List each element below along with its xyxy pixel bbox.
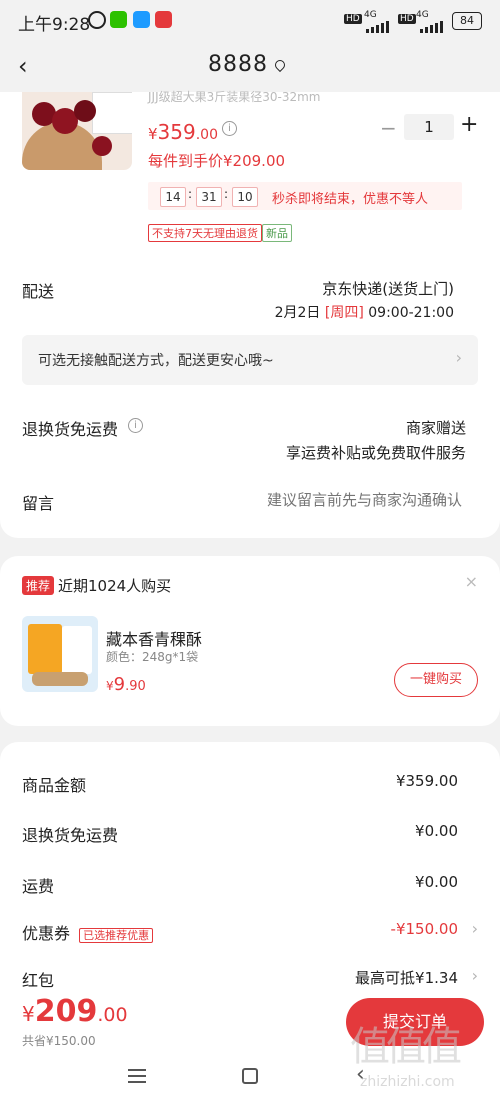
summary-row: 商品金额 ¥359.00 bbox=[22, 772, 458, 796]
contactless-notice[interactable]: 可选无接触配送方式，配送更安心哦~ › bbox=[22, 335, 478, 385]
timer-seconds: 10 bbox=[232, 187, 258, 207]
return-fee-value-2: 享运费补贴或免费取件服务 bbox=[285, 444, 466, 462]
recommend-item-price: ¥9.90 bbox=[106, 674, 146, 695]
saved-amount: 共省¥150.00 bbox=[22, 1034, 96, 1048]
coupon-label: 优惠券 bbox=[22, 924, 71, 943]
delivery-time[interactable]: 2月2日 [周四] 09:00-21:00 bbox=[275, 302, 454, 322]
alarm-icon bbox=[88, 11, 106, 29]
coupon-tag: 已选推荐优惠 bbox=[79, 928, 154, 943]
summary-row-label: 退换货免运费 bbox=[22, 826, 119, 845]
close-icon[interactable]: × bbox=[465, 572, 478, 591]
hd-badge: HD bbox=[344, 14, 362, 24]
order-card: JJJ级超大果3斤装果径30-32mm ¥359.00 i − 1 + 每件到手… bbox=[0, 90, 500, 538]
recommend-item-image[interactable] bbox=[22, 616, 98, 692]
total-main: 209 bbox=[34, 994, 98, 1029]
battery-icon: 84 bbox=[452, 12, 482, 30]
return-fee-value-1: 商家赠送 bbox=[405, 419, 466, 437]
delivery-method[interactable]: 京东快递(送货上门) bbox=[322, 278, 454, 299]
wechat-icon bbox=[110, 11, 127, 28]
summary-row: 运费 ¥0.00 bbox=[22, 873, 458, 897]
coupon-row[interactable]: 优惠券 已选推荐优惠 -¥150.00 › bbox=[22, 919, 478, 944]
status-bar: 上午9:28 HD 4G HD 4G 84 bbox=[0, 0, 500, 40]
page-title: 8888 bbox=[208, 52, 268, 77]
summary-row-value: ¥0.00 bbox=[415, 873, 458, 891]
total-price: ¥209.00 bbox=[22, 994, 128, 1029]
recommend-item-spec: 颜色：248g*1袋 bbox=[106, 650, 199, 664]
price-main: 359 bbox=[157, 120, 196, 144]
qty-plus-button[interactable]: + bbox=[460, 112, 478, 137]
home-icon[interactable] bbox=[242, 1068, 258, 1084]
summary-row-label: 运费 bbox=[22, 877, 55, 896]
menu-icon[interactable] bbox=[128, 1068, 146, 1088]
back-icon[interactable]: ‹ bbox=[18, 52, 28, 80]
redpack-value: 最高可抵¥1.34 bbox=[355, 969, 458, 987]
contactless-text: 可选无接触配送方式，配送更安心哦~ bbox=[38, 353, 274, 369]
chevron-right-icon: › bbox=[455, 348, 462, 367]
message-label: 留言 bbox=[22, 494, 55, 513]
product-price: ¥359.00 bbox=[148, 120, 218, 144]
redpack-row[interactable]: 红包 最高可抵¥1.34 › bbox=[22, 966, 478, 991]
qty-minus-button[interactable]: − bbox=[380, 116, 397, 140]
flash-note: 秒杀即将结束，优惠不等人 bbox=[272, 192, 429, 207]
timer-minutes: 31 bbox=[196, 187, 222, 207]
no-return-tag: 不支持7天无理由退货 bbox=[148, 224, 262, 242]
jd-icon bbox=[155, 11, 172, 28]
chevron-right-icon: › bbox=[471, 919, 478, 938]
flash-sale-bar: 14 : 31 : 10 秒杀即将结束，优惠不等人 bbox=[148, 182, 462, 210]
signal-icon bbox=[366, 18, 392, 37]
delivery-date: 2月2日 bbox=[274, 305, 321, 321]
hd-badge-2: HD bbox=[398, 14, 416, 24]
price-currency: ¥ bbox=[148, 125, 158, 143]
summary-row-label: 商品金额 bbox=[22, 776, 87, 795]
unit-price-text: 每件到手价¥209.00 bbox=[148, 152, 286, 170]
rec-price-decimal: .90 bbox=[125, 679, 146, 694]
info-icon-2[interactable]: i bbox=[128, 418, 143, 433]
total-decimal: .00 bbox=[97, 1004, 128, 1026]
delivery-label: 配送 bbox=[22, 282, 55, 301]
delivery-weekday: [周四] bbox=[324, 305, 364, 321]
summary-row-value: ¥0.00 bbox=[415, 822, 458, 840]
summary-row-value: ¥359.00 bbox=[395, 772, 458, 790]
summary-row: 退换货免运费 ¥0.00 bbox=[22, 822, 458, 846]
qty-input[interactable]: 1 bbox=[404, 114, 454, 140]
checkout-bar: ¥209.00 共省¥150.00 提交订单 bbox=[0, 990, 500, 1052]
recommend-item-name[interactable]: 藏本香青稞酥 bbox=[106, 626, 202, 650]
coupon-value: -¥150.00 bbox=[390, 920, 458, 938]
app-icon bbox=[133, 11, 150, 28]
total-currency: ¥ bbox=[22, 1002, 35, 1026]
info-icon[interactable]: i bbox=[222, 121, 237, 136]
back-nav-icon[interactable]: ‹ bbox=[356, 1062, 365, 1087]
product-title-truncated: JJJ级超大果3斤装果径30-32mm bbox=[148, 90, 321, 104]
recommend-title: 近期1024人购买 bbox=[58, 577, 172, 595]
new-tag: 新品 bbox=[262, 224, 292, 242]
rec-price-main: 9 bbox=[113, 674, 126, 695]
chevron-right-icon: › bbox=[471, 966, 478, 985]
price-decimal: .00 bbox=[195, 127, 218, 143]
status-time: 上午9:28 bbox=[18, 15, 91, 35]
product-image[interactable] bbox=[22, 92, 132, 170]
redpack-label: 红包 bbox=[22, 971, 55, 990]
top-bar: ‹ 8888 bbox=[0, 40, 500, 92]
message-input[interactable] bbox=[160, 486, 464, 514]
submit-order-button[interactable]: 提交订单 bbox=[346, 998, 484, 1046]
one-click-buy-button[interactable]: 一键购买 bbox=[394, 663, 478, 697]
system-nav-bar: ‹ bbox=[0, 1052, 500, 1111]
return-fee-label: 退换货免运费 bbox=[22, 420, 119, 439]
recommend-badge: 推荐 bbox=[22, 576, 55, 595]
timer-hours: 14 bbox=[160, 187, 186, 207]
signal-icon-2 bbox=[420, 18, 446, 37]
location-icon[interactable] bbox=[272, 57, 288, 73]
delivery-hours: 09:00-21:00 bbox=[368, 305, 454, 321]
recommend-card: 推荐 近期1024人购买 × 藏本香青稞酥 颜色：248g*1袋 ¥9.90 一… bbox=[0, 556, 500, 726]
rec-price-currency: ¥ bbox=[106, 679, 114, 693]
